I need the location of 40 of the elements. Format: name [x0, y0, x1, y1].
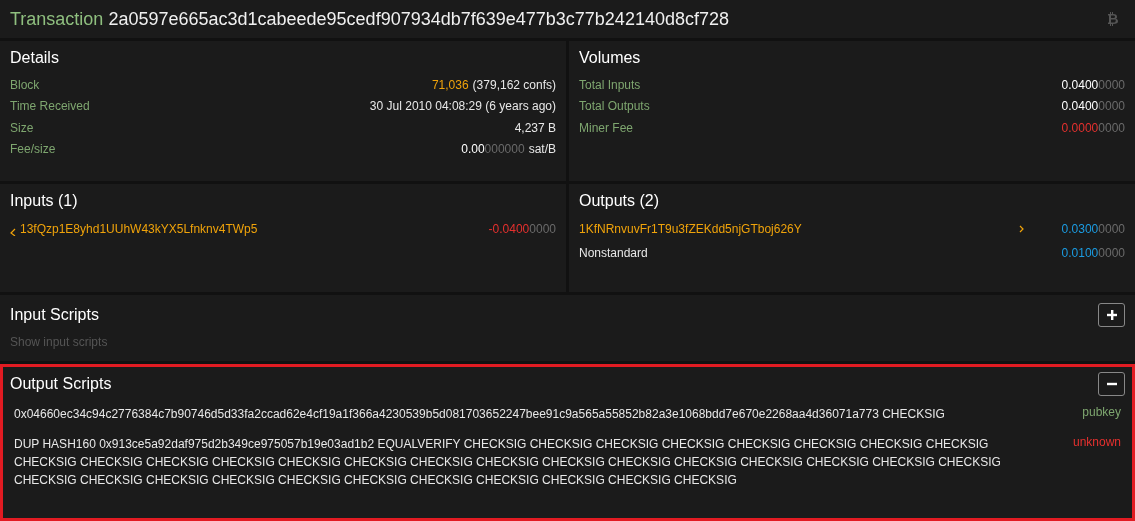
field-label: Miner Fee: [579, 120, 634, 135]
field-label: Size: [10, 120, 34, 135]
field-label: Total Outputs: [579, 99, 650, 114]
field-label: Fee/size: [10, 142, 56, 157]
panel-title: Output Scripts: [10, 375, 112, 393]
amount: 0.04000000: [1061, 99, 1125, 114]
field-value: 4,237 B: [514, 120, 556, 135]
address-text: Nonstandard: [579, 246, 648, 260]
panel-title: Outputs (2): [579, 192, 661, 210]
unit-label: sat/B: [528, 142, 556, 157]
field-value: 30 Jul 2010 04:08:29 (6 years ago): [369, 99, 556, 114]
panel-title: Input Scripts: [10, 306, 99, 324]
field-label: Block: [10, 77, 40, 92]
collapse-button[interactable]: [1098, 372, 1125, 396]
script-type: unknown: [1072, 435, 1121, 451]
script-text: 0x04660ec34c94c2776384c7b90746d5d33fa2ccad62e4cf19a1f366a4230539b5d081703652247bee91c9a565a55852b82a3e1068bdd7e670e2268aa4d36071a773 CHECKSIG: [14, 406, 946, 423]
panel-title: Inputs (1): [10, 192, 79, 210]
script-type: pubkey: [1082, 405, 1121, 421]
expand-button[interactable]: [1098, 303, 1125, 327]
panel-title: Volumes: [579, 49, 642, 67]
amount: 0.04000000: [1061, 77, 1125, 92]
amount: 0.00000000: [461, 142, 525, 157]
address-link[interactable]: 1KfNRnvuvFr1T9u3fZEKdd5njGTboj626Y: [579, 222, 802, 236]
caret-icon[interactable]: [10, 228, 16, 236]
transaction-hash: 2a0597e665ac3d1cabeede95cedf907934db7f639e477b3c77b242140d8cf728: [108, 8, 729, 30]
field-label: Time Received: [10, 99, 90, 114]
bitcoin-icon: [1108, 12, 1118, 26]
panel-title: Details: [10, 49, 60, 67]
amount: -0.04000000: [488, 222, 556, 236]
chevron-right-icon[interactable]: [1018, 225, 1024, 233]
amount: 0.00000000: [1061, 120, 1125, 135]
plus-icon: [1106, 310, 1117, 320]
page-title: Transaction: [10, 8, 104, 30]
amount: 0.03000000: [1061, 222, 1125, 236]
amount: 0.01000000: [1061, 246, 1125, 260]
field-label: Total Inputs: [579, 77, 641, 92]
field-value: (379,162 confs): [472, 77, 556, 92]
script-text: DUP HASH160 0x913ce5a92daf975d2b349ce975057b19e03ad1b2 EQUALVERIFY CHECKSIG CHECKSIG CHECKSIG CHECKSIG CHECKSIG CHECKSIG CHECKSIG CHECKSIG CHECKSIG CHECKSIG CHECKSIG CHECKSIG CHECKSIG CHECKSIG CHECKSIG CHECKSIG CHECKSIG CHECKSIG CHECKSIG CHECKSIG CHECKSIG CHECKSIG CHECKSIG CHECKSIG CHECKSIG CHECKSIG CHECKSIG CHECKSIG CHECKSIG CHECKSIG CHECKSIG CHECKSIG CHECKSIG CHECKSIG: [14, 436, 1002, 489]
address-link[interactable]: 13fQzp1E8yhd1UUhW43kYX5Lfnknv4TWp5: [20, 222, 258, 236]
block-link[interactable]: 71,036: [431, 77, 469, 92]
